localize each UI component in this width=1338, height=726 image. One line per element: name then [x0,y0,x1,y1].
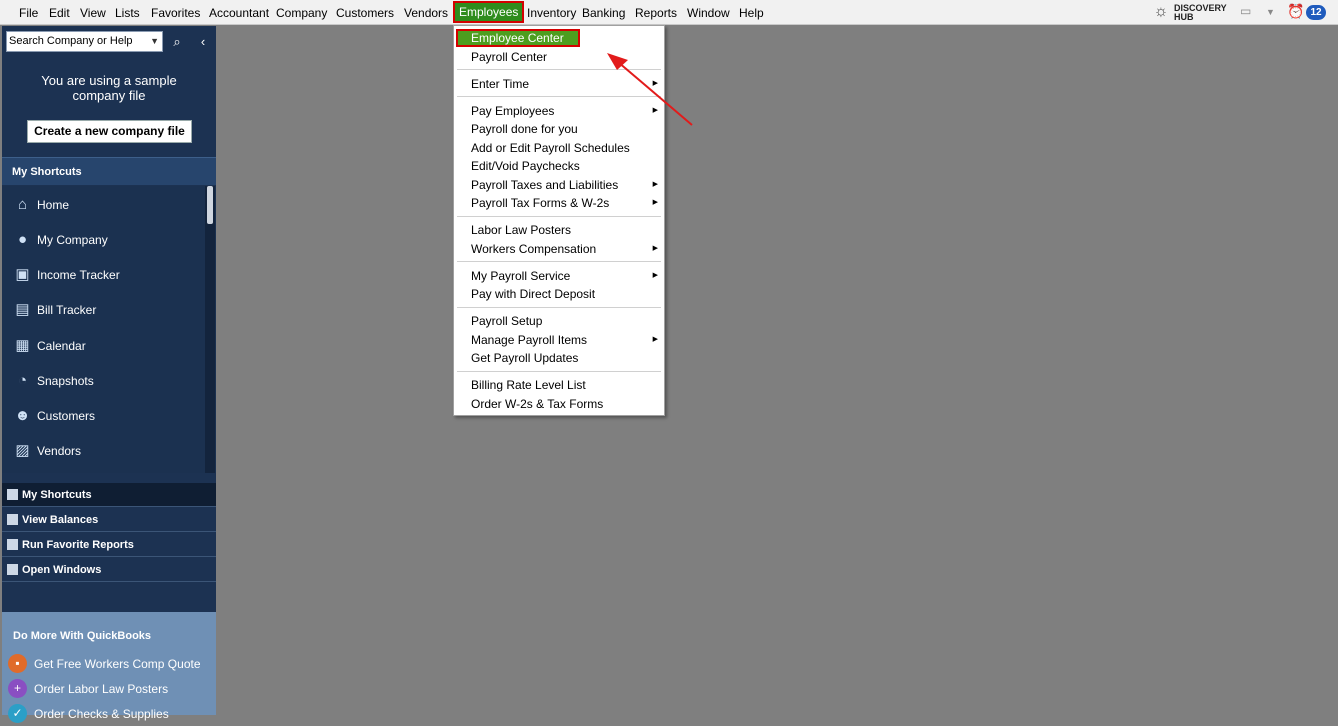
menu-separator [457,69,661,70]
menu-lists[interactable]: Lists [115,6,140,20]
balances-icon [7,514,18,525]
search-input[interactable]: Search Company or Help ▼ [6,31,163,52]
shortcut-my-company[interactable]: ● My Company [2,225,207,255]
shortcut-vendors[interactable]: ▨ Vendors [2,436,207,466]
shortcut-income-tracker[interactable]: ▣ Income Tracker [2,260,207,290]
menu-item-billing-rate-level-list[interactable]: Billing Rate Level List [454,376,664,394]
briefcase-icon: ▪ [8,654,27,673]
menu-item-enter-time[interactable]: Enter Time ▶ [454,75,664,93]
menu-item-employee-center[interactable]: Employee Center [456,29,580,47]
lightbulb-icon: ☼ [1153,3,1169,20]
menu-banking[interactable]: Banking [582,6,625,20]
submenu-arrow-icon: ▶ [652,336,658,343]
scrollbar-thumb[interactable] [207,186,213,224]
shortcut-home[interactable]: ⌂ Home [2,190,207,220]
menu-item-my-payroll-service[interactable]: My Payroll Service ▶ [454,267,664,285]
customers-icon: ☻ [14,407,31,424]
submenu-arrow-icon: ▶ [652,245,658,252]
menu-item-payroll-center[interactable]: Payroll Center [454,48,664,66]
submenu-arrow-icon: ▶ [652,199,658,206]
menu-separator [457,371,661,372]
home-icon: ⌂ [17,196,28,213]
menu-inventory[interactable]: Inventory [527,6,576,20]
shortcut-snapshots[interactable]: ◔ Snapshots [2,366,207,396]
do-more-panel: Do More With QuickBooks ▪ Get Free Worke… [2,612,216,723]
promo-checks-supplies[interactable]: ✓ Order Checks & Supplies [2,702,216,726]
reports-icon [7,539,18,550]
menu-customers[interactable]: Customers [336,6,394,20]
promo-labor-law-posters[interactable]: + Order Labor Law Posters [2,677,216,701]
tab-run-favorite-reports[interactable]: Run Favorite Reports [2,533,216,557]
menu-separator [457,216,661,217]
menu-separator [457,261,661,262]
menu-company[interactable]: Company [276,6,327,20]
submenu-arrow-icon: ▶ [652,181,658,188]
sample-company-notice: You are using a sample company file [41,73,177,103]
discovery-hub-button[interactable]: ☼ DISCOVERY HUB [1150,2,1230,22]
alarm-clock-icon[interactable]: ⏰ [1287,3,1304,20]
search-icon[interactable]: ⌕ [166,31,188,52]
menu-employees[interactable]: Employees [452,1,525,23]
menu-edit[interactable]: Edit [49,6,70,20]
bill-tracker-icon: ▤ [15,301,30,318]
menu-accountant[interactable]: Accountant [209,6,269,20]
submenu-arrow-icon: ▶ [652,80,658,87]
menu-item-order-w2s[interactable]: Order W-2s & Tax Forms [454,395,664,413]
left-icon-bar: Search Company or Help ▼ ⌕ ‹ You are usi… [2,26,216,723]
chevron-down-icon[interactable]: ▼ [150,32,159,51]
menu-reports[interactable]: Reports [635,6,677,20]
menu-help[interactable]: Help [739,6,764,20]
shortcut-customers[interactable]: ☻ Customers [2,401,207,431]
menu-item-payroll-taxes[interactable]: Payroll Taxes and Liabilities ▶ [454,176,664,194]
menu-item-edit-void-paychecks[interactable]: Edit/Void Paychecks [454,157,664,175]
snapshots-icon: ◔ [17,372,28,389]
collapse-sidebar-icon[interactable]: ‹ [192,31,214,52]
checks-icon: ✓ [8,704,27,723]
menu-separator [457,96,661,97]
menu-item-payroll-setup[interactable]: Payroll Setup [454,312,664,330]
chevron-down-icon[interactable]: ▼ [1266,7,1275,17]
menu-item-payroll-tax-forms[interactable]: Payroll Tax Forms & W-2s ▶ [454,194,664,212]
menu-favorites[interactable]: Favorites [151,6,200,20]
menu-item-payroll-done-for-you[interactable]: Payroll done for you [454,120,664,138]
tab-view-balances[interactable]: View Balances [2,508,216,532]
menu-view[interactable]: View [80,6,106,20]
shortcuts-icon [7,489,18,500]
menu-item-get-payroll-updates[interactable]: Get Payroll Updates [454,349,664,367]
submenu-arrow-icon: ▶ [652,107,658,114]
do-more-header: Do More With QuickBooks [13,630,152,642]
tab-open-windows[interactable]: Open Windows [2,558,216,582]
menu-item-manage-payroll-items[interactable]: Manage Payroll Items ▶ [454,331,664,349]
menu-bar: File Edit View Lists Favorites Accountan… [0,0,1338,25]
menu-separator [457,307,661,308]
create-company-button[interactable]: Create a new company file [27,120,192,143]
shortcut-calendar[interactable]: ▦ Calendar [2,331,207,361]
income-tracker-icon: ▣ [15,266,30,283]
menu-vendors[interactable]: Vendors [404,6,448,20]
submenu-arrow-icon: ▶ [652,272,658,279]
my-company-icon: ● [17,231,28,248]
menu-item-pay-employees[interactable]: Pay Employees ▶ [454,102,664,120]
menu-item-workers-compensation[interactable]: Workers Compensation ▶ [454,240,664,258]
menu-window[interactable]: Window [687,6,730,20]
promo-workers-comp[interactable]: ▪ Get Free Workers Comp Quote [2,652,216,676]
chat-icon[interactable]: ▭ [1240,4,1251,18]
vendors-icon: ▨ [15,442,30,459]
notification-badge[interactable]: 12 [1306,5,1326,20]
calendar-icon: ▦ [15,337,30,354]
windows-icon [7,564,18,575]
menu-item-labor-law-posters[interactable]: Labor Law Posters [454,221,664,239]
shortcuts-header: My Shortcuts [2,157,216,185]
tab-my-shortcuts[interactable]: My Shortcuts [2,483,216,507]
menu-item-direct-deposit[interactable]: Pay with Direct Deposit [454,285,664,303]
employees-menu: Employee Center Payroll Center Enter Tim… [453,25,665,416]
menu-item-payroll-schedules[interactable]: Add or Edit Payroll Schedules [454,139,664,157]
menu-file[interactable]: File [19,6,38,20]
plus-icon: + [8,679,27,698]
discovery-hub-label: DISCOVERY HUB [1174,3,1227,22]
shortcut-bill-tracker[interactable]: ▤ Bill Tracker [2,295,207,325]
